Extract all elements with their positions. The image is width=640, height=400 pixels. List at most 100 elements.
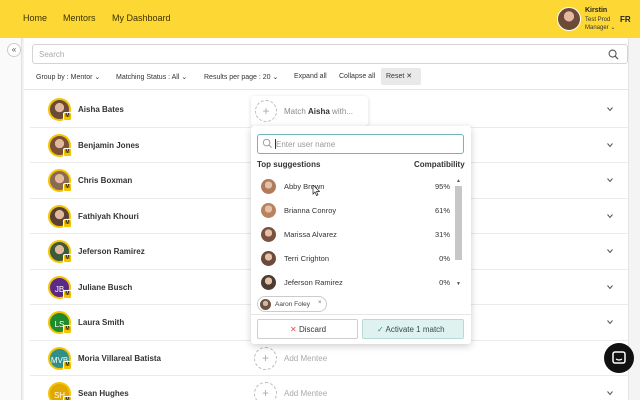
user-search-field[interactable] bbox=[257, 134, 464, 154]
mentor-row[interactable]: MVB M Moria Villareal Batista + Add Mentee bbox=[30, 341, 628, 376]
avatar: SH M bbox=[48, 382, 72, 400]
chat-icon bbox=[612, 351, 626, 364]
search-bar[interactable] bbox=[32, 44, 628, 64]
matching-status-filter[interactable]: Matching Status : All ⌄ bbox=[116, 73, 187, 81]
chevron-down-icon[interactable] bbox=[606, 247, 614, 255]
close-icon: ✕ bbox=[406, 73, 413, 80]
plus-icon: + bbox=[255, 100, 277, 122]
search-icon[interactable] bbox=[608, 49, 619, 60]
results-per-page-filter[interactable]: Results per page : 20 ⌄ bbox=[204, 73, 278, 81]
mentor-badge: M bbox=[63, 396, 72, 400]
avatar: M bbox=[48, 98, 72, 121]
chevron-down-icon[interactable] bbox=[606, 389, 614, 397]
chevron-down-icon[interactable] bbox=[606, 141, 614, 149]
reset-filters-button[interactable]: Reset ✕ bbox=[381, 68, 421, 85]
mentor-badge: M bbox=[63, 147, 72, 157]
compatibility-value: 0% bbox=[439, 254, 450, 263]
suggestion-name: Jeferson Ramirez bbox=[284, 278, 343, 287]
add-mentee-label: Add Mentee bbox=[284, 389, 328, 398]
chat-support-button[interactable] bbox=[604, 343, 634, 373]
compatibility-value: 61% bbox=[434, 206, 450, 215]
mentor-name[interactable]: Benjamin Jones bbox=[78, 141, 139, 150]
mentor-name[interactable]: Juliane Busch bbox=[78, 283, 132, 292]
compatibility-value: 31% bbox=[434, 230, 450, 239]
scroll-down-icon[interactable]: ▼ bbox=[456, 281, 461, 287]
search-input[interactable] bbox=[33, 45, 593, 63]
add-mentee-label: Add Mentee bbox=[284, 353, 328, 363]
suggestion-item[interactable]: Jeferson Ramirez 0% bbox=[251, 272, 456, 296]
compatibility-value: 0% bbox=[439, 278, 450, 287]
expand-all-button[interactable]: Expand all bbox=[294, 73, 327, 80]
match-mentor-card[interactable]: + Match Aisha with... bbox=[251, 96, 368, 126]
mentor-name[interactable]: Fathiyah Khouri bbox=[78, 212, 139, 221]
suggestion-name: Marissa Alvarez bbox=[284, 230, 337, 239]
mentor-badge: M bbox=[63, 254, 72, 263]
nav-mentors-link[interactable]: Mentors bbox=[63, 13, 96, 23]
avatar bbox=[260, 299, 271, 310]
nav-home-link[interactable]: Home bbox=[23, 13, 47, 23]
activate-match-button[interactable]: ✓ Activate 1 match bbox=[362, 319, 464, 339]
discard-button[interactable]: ✕ Discard bbox=[257, 319, 358, 339]
avatar bbox=[261, 251, 276, 266]
chevron-down-icon[interactable] bbox=[606, 318, 614, 326]
mentor-badge: M bbox=[63, 325, 72, 334]
mentor-name[interactable]: Moria Villareal Batista bbox=[78, 354, 161, 363]
group-by-filter[interactable]: Group by : Mentor ⌄ bbox=[36, 73, 100, 81]
suggestion-item[interactable]: Abby Brown 95% bbox=[251, 176, 456, 200]
mentor-name[interactable]: Chris Boxman bbox=[78, 176, 132, 185]
user-avatar[interactable] bbox=[557, 7, 581, 31]
chevron-down-icon[interactable] bbox=[606, 283, 614, 291]
chevron-down-icon[interactable] bbox=[606, 212, 614, 220]
close-icon: ✕ bbox=[290, 325, 297, 334]
collapse-sidebar-button[interactable]: « bbox=[7, 43, 21, 57]
chevron-down-icon: ⌄ bbox=[92, 74, 101, 81]
plus-icon: + bbox=[254, 346, 277, 370]
user-name-input[interactable] bbox=[276, 137, 456, 151]
nav-dashboard-link[interactable]: My Dashboard bbox=[112, 13, 171, 23]
user-role[interactable]: Test Prod Manager ⌄ bbox=[585, 16, 617, 32]
avatar: M bbox=[48, 133, 72, 157]
chevron-down-icon: ⌄ bbox=[179, 74, 188, 81]
chevron-down-icon: ⌄ bbox=[608, 25, 616, 31]
divider bbox=[24, 89, 628, 90]
match-suggestions-popover: Top suggestions Compatibility Abby Brown… bbox=[251, 126, 471, 344]
avatar: LS M bbox=[48, 311, 72, 334]
avatar: M bbox=[48, 169, 72, 192]
scrollbar-thumb[interactable] bbox=[455, 186, 462, 260]
avatar bbox=[261, 179, 276, 194]
mentor-badge: M bbox=[63, 183, 72, 192]
suggestion-item[interactable]: Brianna Conroy 61% bbox=[251, 200, 456, 224]
avatar: M bbox=[48, 204, 72, 228]
scroll-up-icon[interactable]: ▲ bbox=[456, 178, 461, 184]
mentor-badge: M bbox=[63, 289, 72, 299]
remove-chip-icon[interactable]: × bbox=[318, 300, 322, 306]
avatar bbox=[261, 275, 276, 290]
suggestion-item[interactable]: Marissa Alvarez 31% bbox=[251, 224, 456, 248]
chevron-down-icon[interactable] bbox=[606, 176, 614, 184]
language-switch[interactable]: FR bbox=[620, 15, 631, 24]
avatar bbox=[261, 227, 276, 242]
mentor-row[interactable]: SH M Sean Hughes + Add Mentee bbox=[30, 376, 628, 400]
selected-user-chip: Aaron Foley × bbox=[257, 296, 327, 312]
chip-label: Aaron Foley bbox=[275, 301, 311, 308]
suggestion-name: Brianna Conroy bbox=[284, 206, 337, 215]
mentor-badge: M bbox=[63, 112, 72, 121]
mentor-name[interactable]: Sean Hughes bbox=[78, 389, 129, 398]
plus-icon: + bbox=[254, 382, 277, 400]
sidebar bbox=[0, 38, 22, 400]
search-icon bbox=[262, 138, 272, 148]
avatar: JB M bbox=[48, 275, 72, 299]
chevron-down-icon[interactable] bbox=[606, 105, 614, 113]
suggestion-item[interactable]: Terri Crighton 0% bbox=[251, 248, 456, 272]
user-name[interactable]: Kirstin bbox=[585, 7, 607, 14]
collapse-all-button[interactable]: Collapse all bbox=[339, 73, 375, 80]
mentor-badge: M bbox=[63, 360, 72, 370]
double-chevron-left-icon: « bbox=[11, 45, 17, 54]
mentor-name[interactable]: Jeferson Ramirez bbox=[78, 247, 145, 256]
divider bbox=[251, 314, 471, 315]
avatar: MVB M bbox=[48, 346, 72, 370]
mentor-name[interactable]: Aisha Bates bbox=[78, 105, 124, 114]
suggestion-name: Terri Crighton bbox=[284, 254, 330, 263]
mentor-name[interactable]: Laura Smith bbox=[78, 318, 124, 327]
top-suggestions-heading: Top suggestions bbox=[257, 160, 321, 169]
